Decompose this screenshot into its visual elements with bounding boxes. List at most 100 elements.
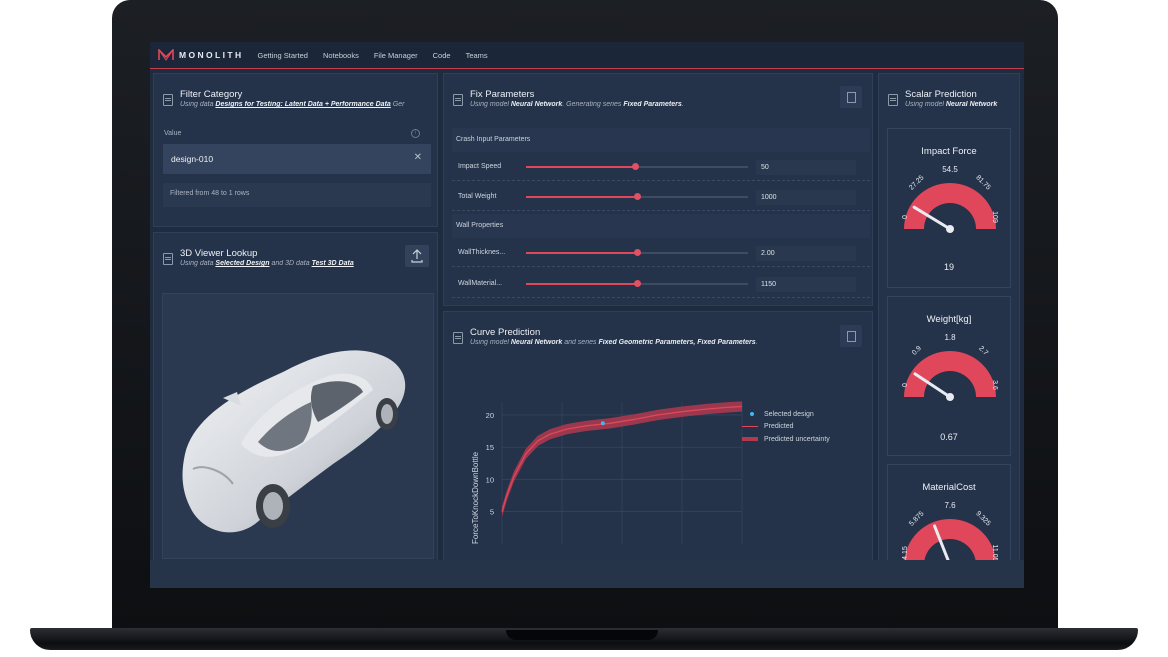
upload-icon xyxy=(411,249,423,263)
document-icon xyxy=(847,92,856,103)
gauge-value: 0.67 xyxy=(940,432,958,442)
y-tick-label: 20 xyxy=(486,411,494,420)
panel-title: Filter Category xyxy=(180,89,243,100)
gauge-card-impact-force: Impact Force 54.5 27.25 81.75 0 109 19 xyxy=(887,128,1011,288)
gauge-tick-min: 0 xyxy=(902,215,909,219)
panel-title: Scalar Prediction xyxy=(905,89,977,100)
gauge-title: Impact Force xyxy=(921,146,977,157)
notebook-button[interactable] xyxy=(840,86,862,108)
top-nav-bar: MONOLITH Getting Started Notebooks File … xyxy=(150,42,1024,69)
viewer-panel: 3D Viewer Lookup Using data Selected Des… xyxy=(153,232,438,562)
gauge-tick-max: 109 xyxy=(991,211,998,223)
subtitle-text: and series xyxy=(564,339,597,346)
param-value-input[interactable]: 1150 xyxy=(756,277,856,292)
dataset-link[interactable]: Designs for Testing: Latent Data + Perfo… xyxy=(215,101,390,108)
gauge-tick-mid: 7.6 xyxy=(944,501,956,510)
nav-getting-started[interactable]: Getting Started xyxy=(258,51,308,60)
gauge-tick-q1: 27.25 xyxy=(908,174,925,191)
subtitle-text: Using model xyxy=(470,339,509,346)
slider-handle[interactable] xyxy=(634,249,641,256)
legend-item-predicted[interactable]: Predicted xyxy=(742,421,830,434)
document-icon xyxy=(888,94,898,106)
section-crash-input: Crash Input Parameters xyxy=(452,128,870,152)
panel-subtitle: Using model Neural Network. Generating s… xyxy=(470,101,684,108)
slider-handle[interactable] xyxy=(634,193,641,200)
param-slider[interactable] xyxy=(526,249,748,256)
param-row-impact-speed: Impact Speed 50 xyxy=(452,153,870,181)
curve-prediction-panel: Curve Prediction Using model Neural Netw… xyxy=(443,311,873,562)
gauge-tick-q1: 0.9 xyxy=(911,345,923,357)
bottom-bar xyxy=(150,560,1024,588)
model-name: Neural Network xyxy=(510,339,563,346)
gauge-needle-hub xyxy=(946,225,954,233)
gauge-needle-hub xyxy=(946,393,954,401)
3d-viewer-canvas[interactable] xyxy=(162,293,434,559)
monolith-logo[interactable]: MONOLITH xyxy=(158,49,244,61)
subtitle-text: and 3D data xyxy=(271,260,310,267)
slider-fill xyxy=(526,166,635,168)
param-row-wall-thickness: WallThicknes... 2.00 xyxy=(452,239,870,267)
curve-chart[interactable]: 5 10 15 20 ForceToKnockDownBottle xyxy=(444,356,874,566)
param-value-input[interactable]: 50 xyxy=(756,160,856,175)
param-slider[interactable] xyxy=(526,280,748,287)
selected-design-point[interactable] xyxy=(600,421,605,426)
gauge-tick-q1: 5.875 xyxy=(908,510,925,527)
filter-category-panel: Filter Category Using data Designs for T… xyxy=(153,73,438,227)
value-select[interactable]: design-010 ✕ xyxy=(163,144,431,174)
param-label: WallThicknes... xyxy=(458,249,506,256)
clear-icon[interactable]: ✕ xyxy=(414,152,422,163)
slider-handle[interactable] xyxy=(634,280,641,287)
nav-code[interactable]: Code xyxy=(433,51,451,60)
panel-header: Scalar Prediction Using model Neural Net… xyxy=(879,74,1019,118)
panel-title: Curve Prediction xyxy=(470,327,541,338)
panel-subtitle: Using model Neural Network and series Fi… xyxy=(470,339,758,346)
legend-item-predicted-uncertainty[interactable]: Predicted uncertainty xyxy=(742,433,830,446)
param-value-input[interactable]: 1000 xyxy=(756,190,856,205)
gauge-tick-min: 0 xyxy=(902,383,909,387)
gauge-arc xyxy=(904,183,996,229)
nav-file-manager[interactable]: File Manager xyxy=(374,51,418,60)
test-3d-data-link[interactable]: Test 3D Data xyxy=(312,260,354,267)
document-icon xyxy=(453,332,463,344)
info-icon[interactable]: i xyxy=(411,129,420,138)
legend-dot xyxy=(750,412,754,417)
nav-notebooks[interactable]: Notebooks xyxy=(323,51,359,60)
panel-subtitle: Using data Selected Design and 3D data T… xyxy=(180,260,406,267)
fix-parameters-panel: Fix Parameters Using model Neural Networ… xyxy=(443,73,873,306)
param-row-wall-material: WallMaterial... 1150 xyxy=(452,270,870,298)
param-slider[interactable] xyxy=(526,163,748,170)
y-axis-ticks: 5 10 15 20 xyxy=(486,411,494,517)
gauge-tick-min: 4.15 xyxy=(902,546,909,560)
param-label: WallMaterial... xyxy=(458,280,503,287)
param-value-input[interactable]: 2.00 xyxy=(756,246,856,261)
gauge-tick-q3: 2.7 xyxy=(977,345,989,357)
gauge-tick-mid: 54.5 xyxy=(942,165,958,174)
legend-label: Selected design xyxy=(764,410,814,418)
panel-title: Fix Parameters xyxy=(470,89,535,100)
app-name: MONOLITH xyxy=(179,50,244,60)
gauge-tick-mid: 1.8 xyxy=(944,333,956,342)
notebook-button[interactable] xyxy=(840,325,862,347)
legend-label: Predicted xyxy=(764,423,794,431)
legend-band xyxy=(742,437,758,442)
legend-item-selected-design[interactable]: Selected design xyxy=(742,408,830,421)
slider-fill xyxy=(526,252,637,254)
subtitle-text: Using data xyxy=(180,260,214,267)
value-text: design-010 xyxy=(171,154,214,164)
legend-line xyxy=(742,426,758,428)
param-label: Impact Speed xyxy=(458,163,502,170)
monolith-logo-icon xyxy=(158,49,174,61)
laptop-notch xyxy=(506,630,658,640)
nav-teams[interactable]: Teams xyxy=(466,51,488,60)
subtitle-text: Using model xyxy=(905,101,944,108)
upload-button[interactable] xyxy=(405,245,429,267)
subtitle-text: Ger xyxy=(392,101,405,108)
slider-handle[interactable] xyxy=(631,163,639,170)
y-tick-label: 15 xyxy=(486,443,494,452)
param-slider[interactable] xyxy=(526,193,748,200)
gauge-tick-q3: 81.75 xyxy=(974,174,991,191)
selected-design-link[interactable]: Selected Design xyxy=(215,260,269,267)
document-icon xyxy=(847,331,856,342)
slider-fill xyxy=(526,283,637,285)
gauge-impact-force: 54.5 27.25 81.75 0 109 xyxy=(902,165,998,233)
